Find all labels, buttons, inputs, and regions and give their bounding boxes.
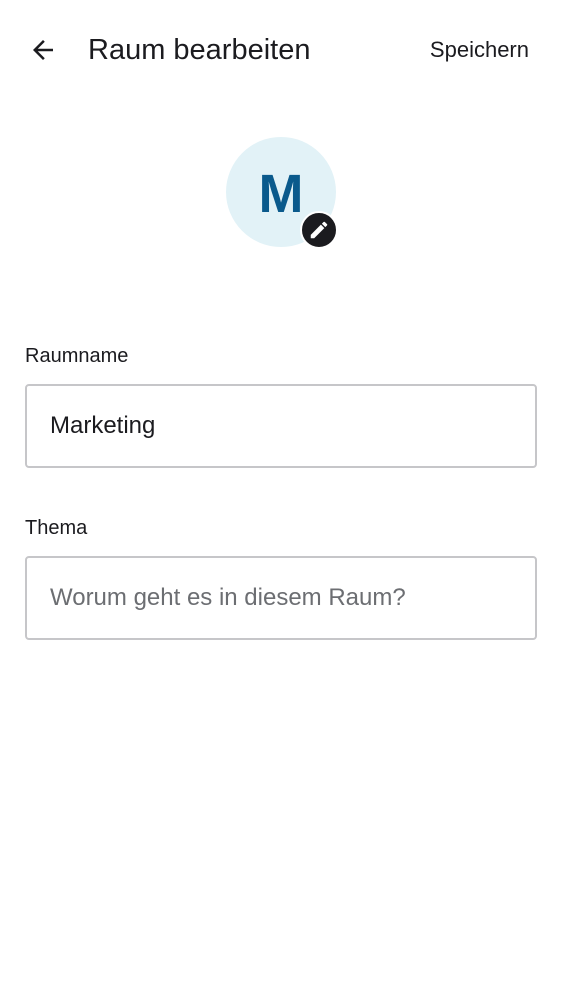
avatar-initial: M <box>258 164 304 224</box>
back-button[interactable] <box>21 28 65 72</box>
arrow-back-icon <box>33 40 53 60</box>
room-avatar-button[interactable]: M <box>226 137 338 249</box>
topic-label: Thema <box>25 517 88 539</box>
topic-field[interactable] <box>25 556 537 640</box>
topic-input[interactable] <box>27 558 535 638</box>
top-app-bar: Raum bearbeiten Speichern <box>0 0 562 100</box>
room-name-field[interactable] <box>25 384 537 468</box>
edit-avatar-badge[interactable] <box>300 211 338 249</box>
page-title: Raum bearbeiten <box>88 34 311 66</box>
pencil-icon <box>310 221 328 239</box>
room-name-input[interactable] <box>27 386 535 466</box>
save-button[interactable]: Speichern <box>421 33 538 67</box>
room-name-label: Raumname <box>25 345 129 367</box>
edit-room-screen: Raum bearbeiten Speichern M Raumname The… <box>0 0 562 1000</box>
